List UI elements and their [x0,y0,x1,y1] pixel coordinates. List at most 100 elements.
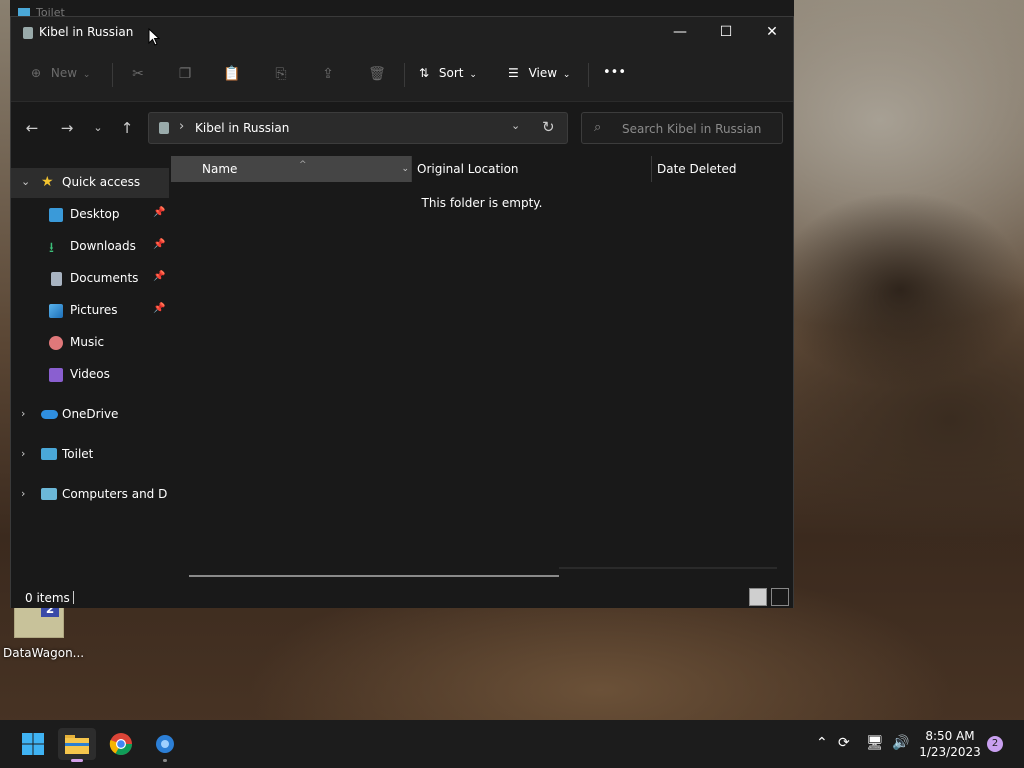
chrome-icon [109,733,132,755]
pin-icon: 📌 [153,303,166,314]
chevron-down-icon: ⌄ [562,70,571,80]
column-header-date-deleted[interactable]: Date Deleted [657,156,737,182]
navigation-pane: ⌄ ★ Quick access Desktop 📌 ⭳ Downloads 📌… [11,154,169,584]
file-list[interactable]: ^ Name ⌄ Original Location Date Deleted … [171,154,793,584]
sidebar-item-pictures[interactable]: Pictures 📌 [11,296,169,326]
view-button[interactable]: ☰ View ⌄ [508,66,570,80]
column-divider[interactable] [651,156,652,182]
explorer-window: Kibel in Russian — ☐ ✕ ⊕ New ⌄ ✂ ❐ 📋 ⎘ ⇪… [10,16,794,608]
chevron-right-icon[interactable]: › [21,447,25,460]
forward-arrow-icon[interactable]: → [57,118,77,138]
new-button[interactable]: ⊕ New ⌄ [31,66,90,80]
sidebar-item-label: Pictures [70,303,118,317]
title-bar[interactable]: Kibel in Russian — ☐ ✕ [11,17,793,49]
share-icon[interactable]: ⇪ [319,65,337,83]
details-view-icon[interactable] [749,588,767,606]
navigation-row: ← → ⌄ ↑ › Kibel in Russian ⌄ ↻ ⌕ Search … [11,102,793,154]
view-label: View [528,66,558,80]
minimize-button[interactable]: — [657,17,703,49]
sidebar-item-label: OneDrive [62,407,119,421]
search-icon: ⌕ [594,120,602,135]
sidebar-item-label: Videos [70,367,110,381]
sort-ascending-icon: ^ [299,160,307,170]
sidebar-item-computers-and-devices[interactable]: › Computers and Dev [11,480,169,510]
toolbar-separator [112,63,113,87]
sidebar-item-videos[interactable]: Videos [11,360,169,390]
search-placeholder: Search Kibel in Russian [622,122,762,136]
notification-badge[interactable]: 2 [987,736,1003,752]
sidebar-item-onedrive[interactable]: › OneDrive [11,400,169,430]
clock-date: 1/23/2023 [919,745,981,759]
column-header-original-location[interactable]: Original Location [417,156,519,182]
close-button[interactable]: ✕ [749,17,795,49]
music-icon [49,336,63,350]
network-icon[interactable]: 🖥 [866,735,884,751]
scrollbar-track [559,567,777,569]
file-explorer-taskbar-button[interactable] [58,728,96,762]
rename-icon[interactable]: ⎘ [272,65,290,83]
refresh-icon[interactable]: ↻ [542,118,555,136]
sidebar-item-desktop[interactable]: Desktop 📌 [11,200,169,230]
column-header-name[interactable]: ^ Name ⌄ [171,156,411,182]
download-icon: ⭳ [49,240,54,256]
chrome-taskbar-button[interactable] [102,728,140,760]
devices-app-taskbar-button[interactable] [146,728,184,762]
sync-status-icon[interactable]: ⟳ [838,735,850,751]
large-icons-view-icon[interactable] [771,588,789,606]
horizontal-scrollbar[interactable] [189,575,559,577]
cut-icon[interactable]: ✂ [129,65,147,83]
up-arrow-icon[interactable]: ↑ [117,118,137,138]
taskbar: ⌃ ⟳ 🖥 🔊 8:50 AM 1/23/2023 2 [0,720,1024,768]
sort-icon: ⇅ [419,66,430,80]
chevron-right-icon[interactable]: › [21,407,25,420]
sidebar-item-music[interactable]: Music [11,328,169,358]
address-bar[interactable]: › Kibel in Russian ⌄ ↻ [148,112,568,144]
star-icon: ★ [41,174,54,190]
sidebar-item-documents[interactable]: Documents 📌 [11,264,169,294]
recycle-bin-icon [159,122,169,134]
desktop-icon [49,208,63,222]
sort-button[interactable]: ⇅ Sort ⌄ [419,66,477,80]
column-filter-chevron-icon[interactable]: ⌄ [401,156,409,182]
active-indicator [71,759,83,762]
sidebar-item-downloads[interactable]: ⭳ Downloads 📌 [11,232,169,262]
recent-locations-chevron-icon[interactable]: ⌄ [88,118,108,138]
more-options-button[interactable]: ••• [603,65,626,80]
pin-icon: 📌 [153,271,166,282]
network-computer-icon [41,488,57,500]
copy-icon[interactable]: ❐ [176,65,194,83]
clock-time: 8:50 AM [925,729,975,743]
delete-icon[interactable]: 🗑 [368,65,386,83]
sort-label: Sort [438,66,464,80]
back-arrow-icon[interactable]: ← [22,118,42,138]
videos-icon [49,368,63,382]
paste-icon[interactable]: 📋 [223,65,241,83]
column-divider[interactable] [411,156,412,182]
start-button[interactable] [14,728,52,760]
sidebar-item-label: Music [70,335,105,349]
show-hidden-icons-chevron-icon[interactable]: ⌃ [816,735,828,751]
sidebar-item-label: Quick access [62,175,141,189]
chevron-down-icon: ⌄ [82,70,91,80]
gear-app-icon [156,735,174,753]
chevron-down-icon[interactable]: ⌄ [21,175,30,188]
clock[interactable]: 8:50 AM 1/23/2023 [910,728,990,760]
sidebar-item-label: Downloads [70,239,136,253]
running-indicator [163,759,167,762]
address-dropdown-icon[interactable]: ⌄ [511,119,520,132]
plus-circle-icon: ⊕ [31,66,42,80]
breadcrumb[interactable]: Kibel in Russian [195,121,289,135]
status-divider [73,591,74,604]
sidebar-item-quick-access[interactable]: ⌄ ★ Quick access [11,168,169,198]
sidebar-item-toilet[interactable]: › Toilet [11,440,169,470]
windows-logo-icon [22,733,44,755]
volume-icon[interactable]: 🔊 [892,735,909,751]
maximize-button[interactable]: ☐ [703,17,749,49]
chevron-right-icon[interactable]: › [21,487,25,500]
toolbar-separator [588,63,589,87]
desktop-shortcut-label: DataWagon... [3,646,85,660]
cloud-icon [41,410,58,419]
search-box[interactable]: ⌕ Search Kibel in Russian [581,112,783,144]
mouse-cursor-icon [148,28,160,46]
pictures-icon [49,304,63,318]
